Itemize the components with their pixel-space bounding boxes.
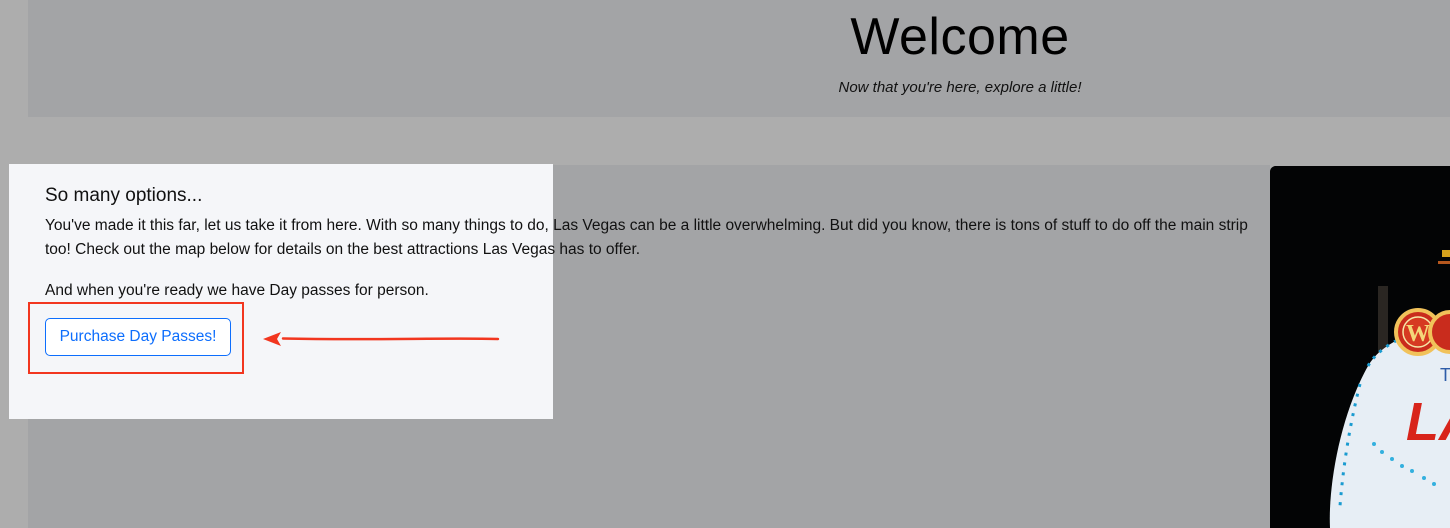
sign-word-las: LA bbox=[1406, 392, 1450, 452]
options-description: You've made it this far, let us take it … bbox=[45, 217, 1248, 258]
options-cta-text: And when you're ready we have Day passes… bbox=[45, 282, 429, 299]
options-heading: So many options... bbox=[45, 185, 203, 206]
purchase-day-passes-button[interactable]: Purchase Day Passes! bbox=[45, 318, 231, 356]
page: Welcome Now that you're here, explore a … bbox=[0, 0, 1450, 528]
sign-letter-t: T bbox=[1440, 365, 1450, 385]
sign-letter-w: W bbox=[1406, 321, 1430, 347]
page-title: Welcome bbox=[850, 8, 1070, 66]
las-vegas-sign-illustration: W T LA bbox=[1270, 166, 1450, 528]
las-vegas-sign-image: W T LA bbox=[1270, 166, 1450, 528]
page-subtitle: Now that you're here, explore a little! bbox=[838, 79, 1082, 96]
